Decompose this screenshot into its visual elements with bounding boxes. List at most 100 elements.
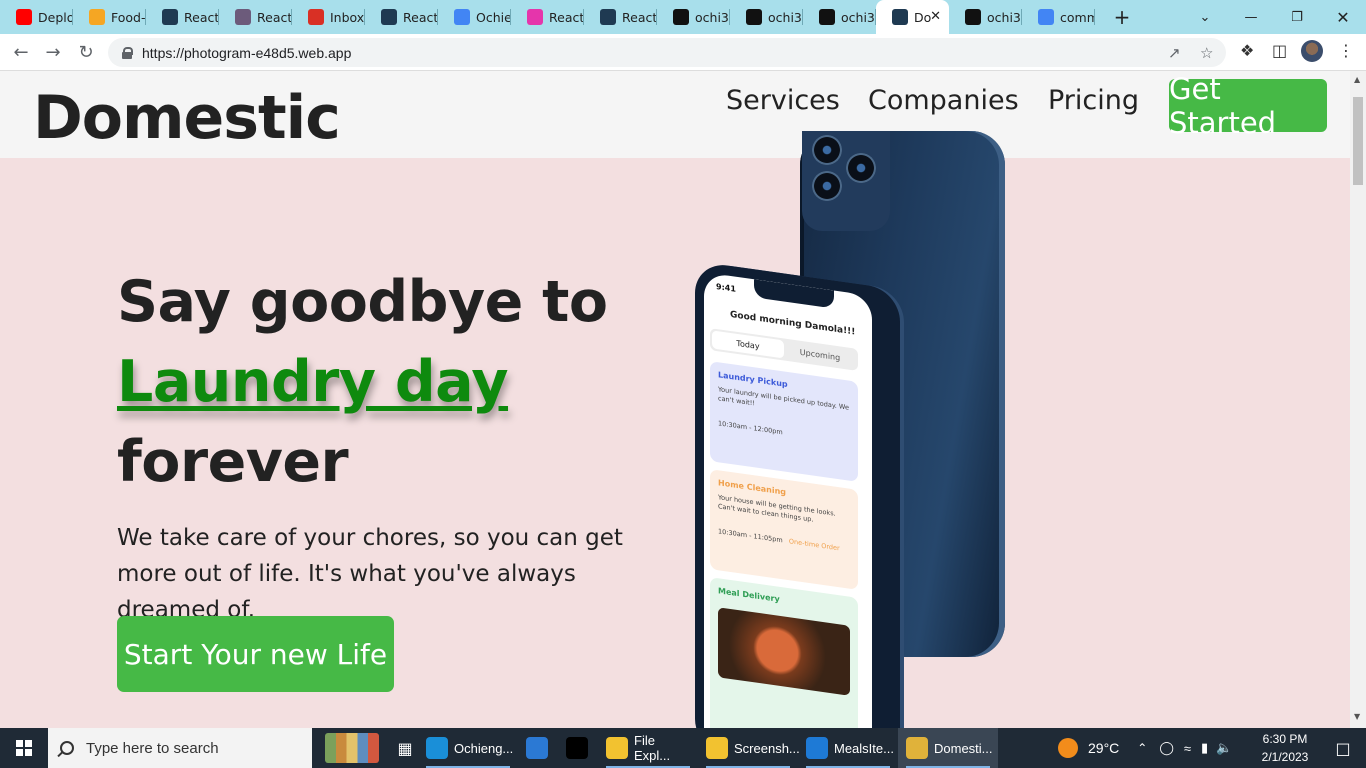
search-icon — [60, 741, 74, 755]
weather-temp[interactable]: 29°C — [1088, 740, 1119, 756]
github-icon — [819, 9, 835, 25]
extensions-puzzle-icon[interactable]: ❖ — [1240, 41, 1254, 60]
volume-icon[interactable]: 🔈 — [1216, 740, 1232, 756]
close-window-button[interactable]: ✕ — [1320, 0, 1366, 34]
taskbar-app-label: File Expl... — [634, 733, 671, 763]
books-widget-icon[interactable] — [312, 728, 392, 768]
taskbar-app[interactable]: Screensh... — [698, 728, 800, 768]
react-icon — [600, 9, 616, 25]
taskbar-app[interactable]: Ochieng... — [418, 728, 518, 768]
taskbar-search[interactable]: Type here to search — [48, 728, 312, 768]
site-logo[interactable]: Domestic — [33, 83, 341, 153]
taskbar-app[interactable]: File Expl... — [598, 728, 698, 768]
browser-tab[interactable]: ochi3 — [657, 0, 730, 34]
docs-icon — [454, 9, 470, 25]
tab-title: React — [184, 9, 219, 25]
taskbar-app[interactable] — [518, 728, 558, 768]
browser-tab[interactable]: React — [511, 0, 584, 34]
phone-screen: 9:41 Good morning Damola!!! Today Upcomi… — [704, 272, 872, 728]
start-button[interactable] — [0, 728, 48, 768]
browser-tab[interactable]: Inbox — [292, 0, 365, 34]
tab-title: ochi3 — [695, 9, 729, 25]
battery-icon[interactable]: ▮ — [1201, 740, 1208, 756]
taskbar-clock[interactable]: 6:30 PM 2/1/2023 — [1256, 730, 1314, 766]
taskbar-app-label: Domesti... — [934, 740, 993, 756]
tab-title: comm — [1060, 9, 1095, 25]
nav-pricing[interactable]: Pricing — [1048, 85, 1139, 116]
get-started-button[interactable]: Get Started — [1169, 72, 1327, 140]
browser-tab[interactable]: ochi3 — [730, 0, 803, 34]
task-view-icon[interactable]: ▦ — [392, 728, 418, 768]
network-icon[interactable]: ◯ — [1159, 740, 1174, 756]
owl-icon — [235, 9, 251, 25]
browser-tab[interactable]: React — [584, 0, 657, 34]
clock-time: 6:30 PM — [1262, 732, 1308, 746]
side-panel-icon[interactable]: ◫ — [1272, 41, 1287, 60]
browser-tab[interactable]: Do ✕ — [876, 0, 949, 34]
camera-lens-icon — [812, 171, 842, 201]
browser-tab[interactable]: ochi3 — [949, 0, 1022, 34]
hero-heading-line1: Say goodbye to — [117, 269, 608, 335]
profile-avatar[interactable] — [1301, 40, 1323, 62]
back-arrow-icon[interactable]: ← — [8, 39, 34, 65]
card-time: 10:30am - 11:05pm One-time Order — [718, 527, 850, 554]
taskbar-app[interactable]: Domesti... — [898, 728, 998, 768]
start-new-life-button[interactable]: Start Your new Life — [117, 616, 394, 692]
page-scrollbar[interactable]: ▲ ▼ — [1350, 71, 1366, 728]
browser-tab[interactable]: ochi3 — [803, 0, 876, 34]
mail-icon — [526, 737, 548, 759]
hero-subtitle: We take care of your chores, so you can … — [117, 525, 623, 623]
maximize-button[interactable]: ❐ — [1274, 0, 1320, 34]
tab-title: ochi3 — [841, 9, 875, 25]
share-icon[interactable]: ↗ — [1168, 44, 1181, 62]
chrome-icon — [906, 737, 928, 759]
address-bar[interactable]: https://photogram-e48d5.web.app ↗ ☆ — [108, 38, 1226, 67]
taskbar-app-label: Ochieng... — [454, 740, 514, 756]
vscode-icon — [806, 737, 828, 759]
taskbar-app[interactable] — [558, 728, 598, 768]
site-header: Domestic Services Companies Pricing Get … — [0, 71, 1350, 158]
weather-sun-icon[interactable] — [1058, 738, 1078, 758]
bookmark-star-icon[interactable]: ☆ — [1200, 44, 1213, 62]
scroll-down-arrow-icon[interactable]: ▼ — [1354, 712, 1360, 721]
windows-logo-icon — [16, 740, 32, 756]
taskbar-app[interactable]: MealsIte... — [798, 728, 898, 768]
tab-title: React — [403, 9, 438, 25]
scroll-thumb[interactable] — [1353, 97, 1363, 185]
lock-icon[interactable] — [122, 46, 133, 59]
browser-tab[interactable]: comm — [1022, 0, 1095, 34]
browser-tab[interactable]: React — [146, 0, 219, 34]
browser-tab[interactable]: Ochie — [438, 0, 511, 34]
phone-card-meal: Meal Delivery — [710, 577, 858, 728]
folder-icon — [606, 737, 628, 759]
nav-services[interactable]: Services — [726, 85, 840, 116]
meal-image — [718, 607, 850, 696]
menu-kebab-icon[interactable]: ⋮ — [1338, 41, 1354, 60]
search-placeholder: Type here to search — [86, 739, 219, 757]
gmail-icon — [308, 9, 324, 25]
scroll-up-arrow-icon[interactable]: ▲ — [1354, 75, 1360, 84]
github-icon — [746, 9, 762, 25]
forward-arrow-icon[interactable]: → — [40, 39, 66, 65]
tab-title: React — [257, 9, 292, 25]
wifi-icon[interactable]: ≈ — [1184, 741, 1191, 756]
phone-card-cleaning: Home Cleaning Your house will be getting… — [710, 469, 858, 590]
reload-icon[interactable]: ↻ — [73, 39, 99, 65]
phone-front-image: 9:41 Good morning Damola!!! Today Upcomi… — [695, 261, 900, 728]
minimize-button[interactable]: — — [1228, 0, 1274, 34]
tray-chevron-icon[interactable]: ⌃ — [1137, 741, 1147, 755]
nav-companies[interactable]: Companies — [868, 85, 1019, 116]
github-icon — [965, 9, 981, 25]
notification-icon[interactable]: □ — [1320, 728, 1366, 768]
url-text[interactable]: https://photogram-e48d5.web.app — [142, 45, 351, 61]
card-time: 10:30am - 12:00pm — [718, 419, 783, 437]
browser-tab[interactable]: Food- — [73, 0, 146, 34]
browser-tab[interactable]: React — [219, 0, 292, 34]
browser-tab[interactable]: Deplo — [0, 0, 73, 34]
new-tab-button[interactable]: + — [1107, 0, 1137, 34]
close-tab-icon[interactable]: ✕ — [930, 9, 941, 24]
tab-title: Food- — [111, 9, 146, 25]
tab-title: React — [549, 9, 584, 25]
tab-search-icon[interactable]: ⌄ — [1182, 0, 1228, 34]
browser-tab[interactable]: React — [365, 0, 438, 34]
